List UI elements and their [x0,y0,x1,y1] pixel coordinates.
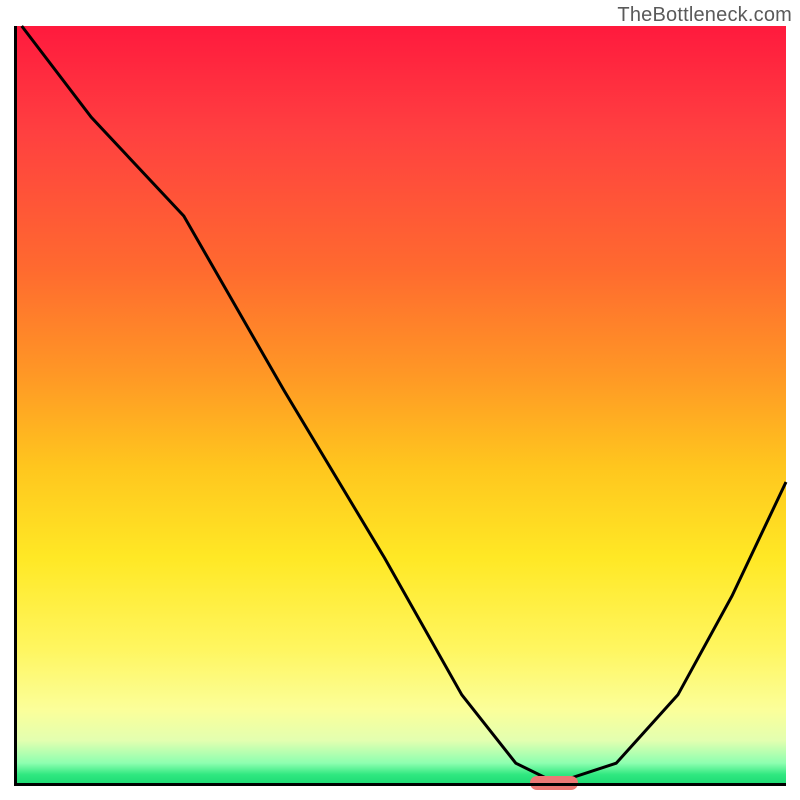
chart-curve-path [22,26,786,778]
chart-plot-area [14,26,786,786]
chart-curve [14,26,786,786]
x-axis [14,783,786,786]
watermark-text: TheBottleneck.com [617,4,792,27]
y-axis [14,26,17,786]
